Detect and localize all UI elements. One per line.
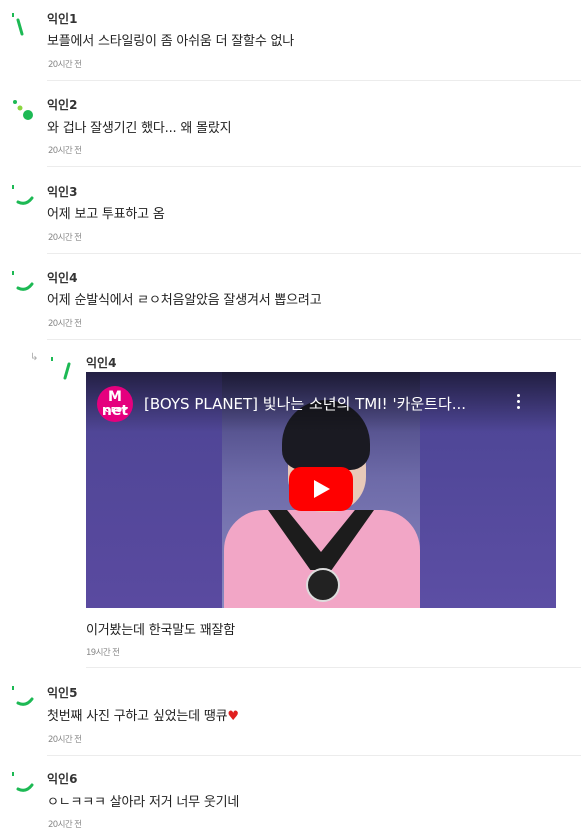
divider — [47, 755, 581, 756]
comment-author[interactable]: 익인6 — [47, 770, 77, 787]
reply-text: 이거봤는데 한국말도 꽤잘함 — [86, 623, 235, 638]
comment-time: 20시간 전 — [48, 319, 82, 329]
reply-author[interactable]: 익인4 — [86, 354, 116, 371]
comment-text: 첫번째 사진 구하고 싶었는데 땡큐♥ — [47, 709, 239, 724]
avatar-icon — [13, 100, 33, 120]
comment-text: 와 겁나 잘생기긴 했다... 왜 몰랐지 — [47, 121, 232, 136]
comment-text: 보플에서 스타일링이 좀 아쉬움 더 잘할수 없나 — [47, 34, 295, 49]
comment-author[interactable]: 익인4 — [47, 269, 77, 286]
avatar-icon — [12, 13, 24, 36]
comment-time: 20시간 전 — [48, 60, 82, 70]
comment-author[interactable]: 익인3 — [47, 183, 77, 200]
comment-author[interactable]: 익인1 — [47, 10, 77, 27]
avatar-icon — [12, 271, 34, 291]
divider — [47, 339, 581, 340]
comment-text: ㅇㄴㅋㅋㅋ 살아라 저거 너무 웃기네 — [47, 795, 240, 810]
video-title[interactable]: [BOYS PLANET] 빛나는 소년의 TMI! '카운트다... — [144, 393, 494, 414]
comment-time: 20시간 전 — [48, 820, 82, 830]
avatar-icon — [12, 686, 34, 706]
comment-author[interactable]: 익인2 — [47, 96, 77, 113]
comment-time: 20시간 전 — [48, 146, 82, 156]
play-button-icon[interactable] — [289, 467, 353, 511]
reply-time: 19시간 전 — [86, 648, 120, 658]
avatar-icon — [12, 772, 34, 792]
video-embed[interactable]: M net K·POP [BOYS PLANET] 빛나는 소년의 TMI! '… — [86, 372, 556, 608]
divider — [47, 80, 581, 81]
avatar-icon — [12, 185, 34, 205]
comment-text: 어제 보고 투표하고 옴 — [47, 207, 165, 222]
more-options-icon[interactable] — [516, 394, 522, 412]
comment-time: 20시간 전 — [48, 233, 82, 243]
reply-arrow-icon: ↳ — [30, 352, 39, 363]
divider — [86, 667, 581, 668]
comment-time: 20시간 전 — [48, 735, 82, 745]
comment-author[interactable]: 익인5 — [47, 684, 77, 701]
heart-icon: ♥ — [227, 709, 239, 724]
divider — [47, 166, 581, 167]
avatar-icon — [51, 357, 71, 380]
channel-logo[interactable]: M net K·POP — [97, 386, 133, 422]
comment-text: 어제 순발식에서 ㄹㅇ처음알았음 잘생겨서 뽑으려고 — [47, 293, 322, 308]
divider — [47, 253, 581, 254]
